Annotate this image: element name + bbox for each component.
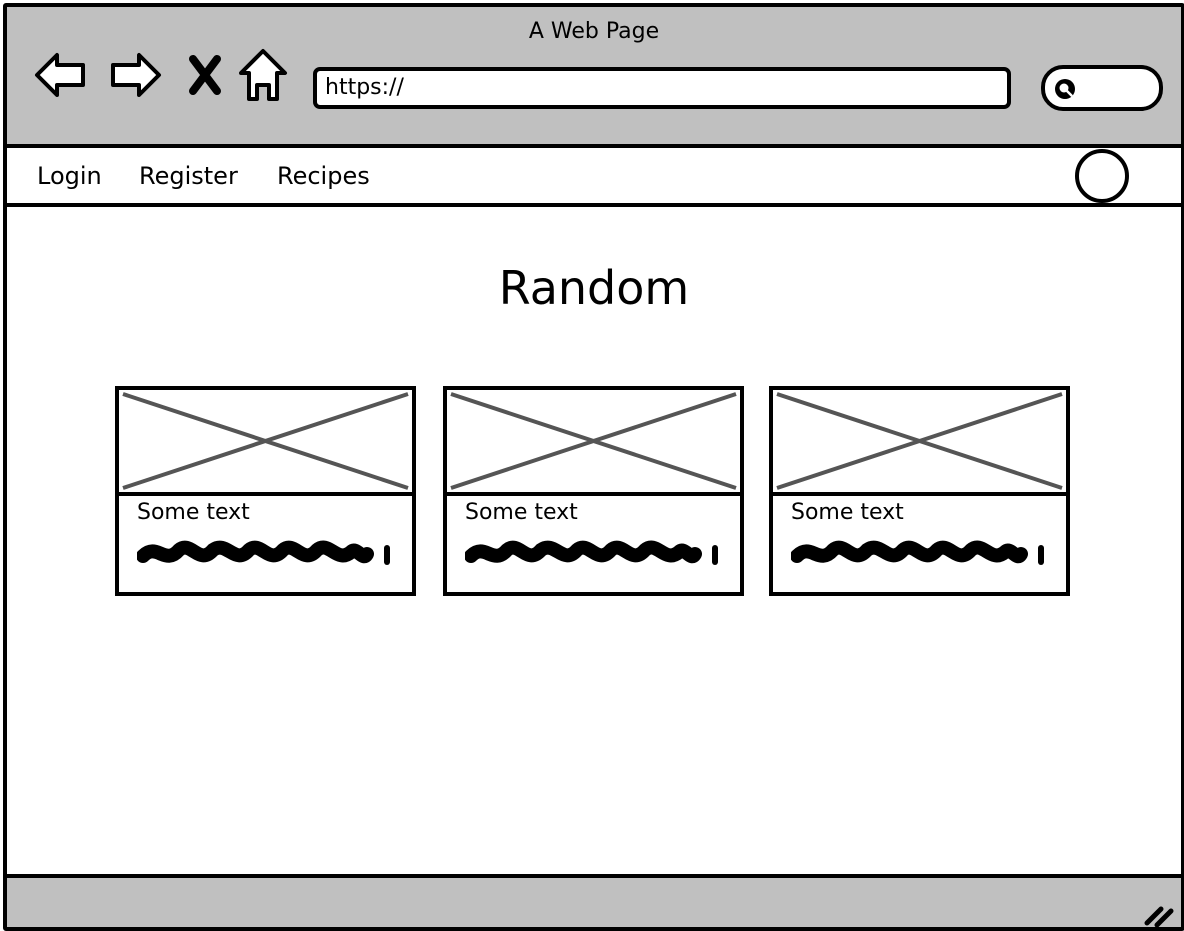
avatar[interactable] <box>1075 149 1129 203</box>
nav-register-link[interactable]: Register <box>139 162 238 190</box>
card-text: Some text <box>137 500 250 525</box>
nav-recipes-link[interactable]: Recipes <box>277 162 370 190</box>
window-title: A Web Page <box>528 19 660 44</box>
page-title: Random <box>498 261 690 315</box>
close-icon[interactable] <box>183 47 227 103</box>
recipe-card[interactable]: Some text <box>115 386 416 596</box>
nav-login-link[interactable]: Login <box>37 162 102 190</box>
resize-grip-icon[interactable] <box>1143 899 1175 927</box>
browser-chrome: A Web Page https:// <box>7 7 1181 148</box>
search-icon <box>1055 79 1075 99</box>
search-input[interactable] <box>1041 65 1163 111</box>
status-bar <box>7 874 1181 927</box>
scribble-placeholder <box>137 536 395 572</box>
recipe-card[interactable]: Some text <box>443 386 744 596</box>
url-input[interactable]: https:// <box>313 67 1011 109</box>
site-navbar: Login Register Recipes <box>7 148 1181 207</box>
image-placeholder-icon <box>773 390 1066 496</box>
forward-arrow-icon[interactable] <box>107 47 163 103</box>
scribble-placeholder <box>465 536 723 572</box>
back-arrow-icon[interactable] <box>33 47 89 103</box>
image-placeholder-icon <box>447 390 740 496</box>
image-placeholder-icon <box>119 390 412 496</box>
card-text: Some text <box>791 500 904 525</box>
browser-window: A Web Page https:// Login Register Recip… <box>3 3 1184 931</box>
scribble-placeholder <box>791 536 1049 572</box>
url-text: https:// <box>325 75 404 100</box>
card-text: Some text <box>465 500 578 525</box>
home-icon[interactable] <box>235 47 291 103</box>
recipe-card[interactable]: Some text <box>769 386 1070 596</box>
